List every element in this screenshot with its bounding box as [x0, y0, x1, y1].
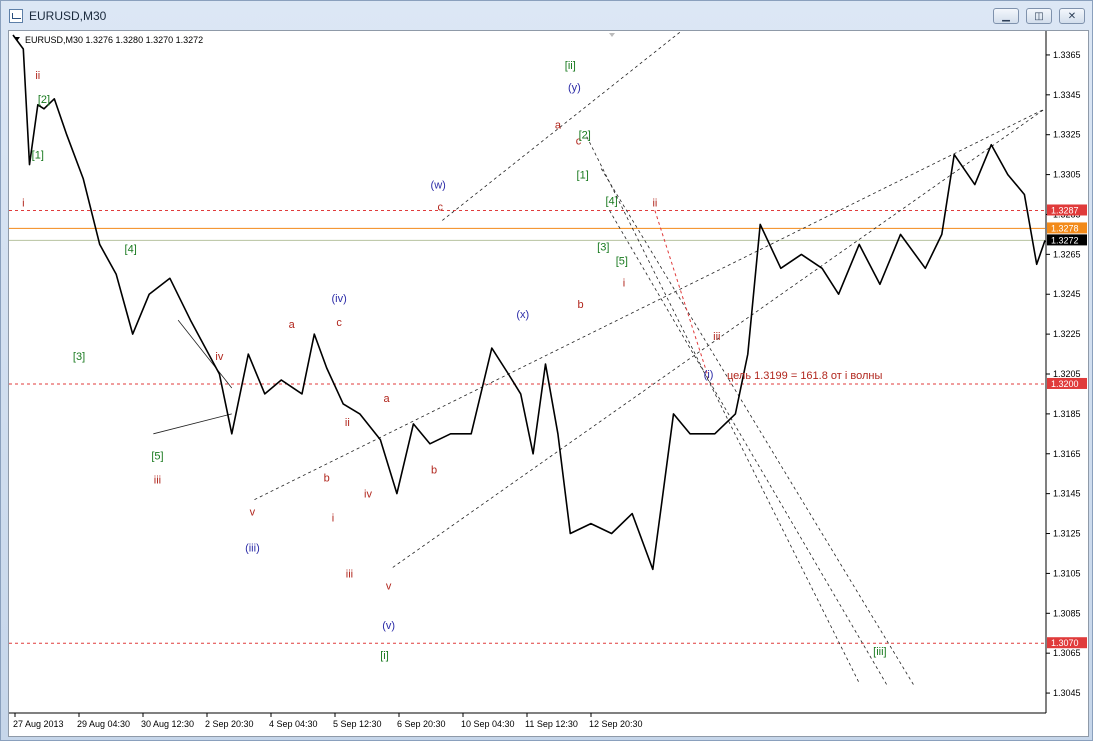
price-chart[interactable]: ii[2][1]i[4][3] iv[5]iiiv(iii)a(iv)cbiiiv…: [9, 0, 1088, 736]
wave-label: [3]: [597, 241, 609, 253]
wave-label: v: [386, 580, 392, 592]
y-tick-label: 1.3105: [1053, 568, 1081, 578]
wave-label: [1]: [577, 170, 589, 182]
x-tick-label: 6 Sep 20:30: [397, 719, 446, 729]
y-tick-label: 1.3065: [1053, 648, 1081, 658]
chart-window: EURUSD,M30 ▁ ◫ ✕ ii [2] [1] i [4] [3] iv [5] iii…: [0, 0, 1093, 741]
wave-label: [ii]: [565, 60, 576, 72]
y-tick-label: 1.3205: [1053, 369, 1081, 379]
chart-window-icon: [9, 9, 23, 23]
wave-label: iii: [154, 475, 161, 487]
target-annotation: цель 1.3199 = 161.8 от i волны: [727, 370, 882, 382]
wave-label: iv: [364, 489, 372, 501]
x-tick-label: 2 Sep 20:30: [205, 719, 254, 729]
wave-label: i: [332, 513, 334, 525]
wave-label: a: [289, 319, 296, 331]
chart-header-text: EURUSD,M30 1.3276 1.3280 1.3270 1.3272: [25, 35, 203, 45]
title-bar[interactable]: EURUSD,M30 ▁ ◫ ✕: [1, 1, 1092, 31]
wave-label: b: [431, 465, 437, 477]
level-label-text: 1.3200: [1051, 379, 1079, 389]
x-tick-label: 27 Aug 2013: [13, 719, 64, 729]
wave-label: c: [437, 201, 443, 213]
wave-label: a: [555, 120, 562, 132]
wave-label: [1]: [32, 150, 44, 162]
wave-label: [iii]: [873, 646, 886, 658]
wave-label: b: [578, 299, 584, 311]
window-title: EURUSD,M30: [29, 9, 107, 23]
restore-button[interactable]: ◫: [1026, 8, 1052, 24]
y-tick-label: 1.3245: [1053, 289, 1081, 299]
wave-label: [4]: [125, 243, 137, 255]
wave-label: (iii): [245, 542, 260, 554]
minimize-button[interactable]: ▁: [993, 8, 1019, 24]
x-tick-label: 30 Aug 12:30: [141, 719, 194, 729]
chart-area[interactable]: ii [2] [1] i [4] [3] iv [5] iii v (iii) a (iv) c b ii iv…: [8, 0, 1089, 737]
x-tick-label: 29 Aug 04:30: [77, 719, 130, 729]
wave-label: ii: [345, 417, 350, 429]
level-label-text: 1.3287: [1051, 205, 1079, 215]
trend-line: [586, 136, 860, 684]
y-tick-label: 1.3165: [1053, 449, 1081, 459]
shift-marker-icon: [609, 33, 615, 37]
wave-label: iv: [215, 351, 223, 363]
wave-label: b: [324, 473, 330, 485]
trend-line: [442, 0, 722, 221]
wave-label: a: [384, 393, 391, 405]
wave-label: [2]: [579, 130, 591, 142]
trend-line: [177, 319, 233, 389]
y-tick-label: 1.3085: [1053, 608, 1081, 618]
trend-line: [153, 413, 232, 435]
wave-label: (y): [568, 82, 581, 94]
wave-label: i: [623, 277, 625, 289]
wave-label: [i]: [380, 650, 389, 662]
y-tick-label: 1.3265: [1053, 249, 1081, 259]
wave-label: [3]: [73, 351, 85, 363]
wave-label: [4]: [605, 196, 617, 208]
wave-label: ii: [35, 70, 40, 82]
wave-label: [5]: [616, 255, 628, 267]
x-tick-label: 10 Sep 04:30: [461, 719, 515, 729]
y-tick-label: 1.3145: [1053, 489, 1081, 499]
wave-label: i: [22, 197, 24, 209]
y-tick-label: 1.3045: [1053, 688, 1081, 698]
trend-line: [609, 210, 889, 688]
projection-line: [654, 210, 710, 379]
wave-label: [2]: [38, 94, 50, 106]
wave-label: (x): [516, 309, 529, 321]
y-tick-label: 1.3185: [1053, 409, 1081, 419]
wave-label: (iv): [331, 293, 346, 305]
y-tick-label: 1.3365: [1053, 50, 1081, 60]
y-tick-label: 1.3125: [1053, 529, 1081, 539]
wave-label: [5]: [151, 451, 163, 463]
x-tick-label: 12 Sep 20:30: [589, 719, 643, 729]
y-tick-label: 1.3345: [1053, 90, 1081, 100]
wave-label: ii: [652, 197, 657, 209]
price-label-text: 1.3272: [1051, 235, 1079, 245]
level-label-text: 1.3070: [1051, 638, 1079, 648]
x-tick-label: 11 Sep 12:30: [525, 719, 578, 729]
close-button[interactable]: ✕: [1059, 8, 1085, 24]
level-label-text: 1.3278: [1051, 223, 1079, 233]
x-tick-label: 5 Sep 12:30: [333, 719, 382, 729]
price-series-line: [12, 34, 1046, 571]
chart-menu-triangle-icon: [14, 37, 20, 41]
wave-label: iii: [346, 568, 353, 580]
wave-label: (v): [382, 620, 395, 632]
wave-label: v: [250, 507, 256, 519]
wave-label: (w): [431, 180, 446, 192]
wave-label: iii: [713, 331, 720, 343]
y-tick-label: 1.3325: [1053, 130, 1081, 140]
x-tick-label: 4 Sep 04:30: [269, 719, 318, 729]
y-tick-label: 1.3225: [1053, 329, 1081, 339]
wave-label: c: [336, 317, 342, 329]
wave-label: (i): [704, 369, 714, 381]
trend-line: [254, 108, 1046, 500]
y-tick-label: 1.3305: [1053, 170, 1081, 180]
